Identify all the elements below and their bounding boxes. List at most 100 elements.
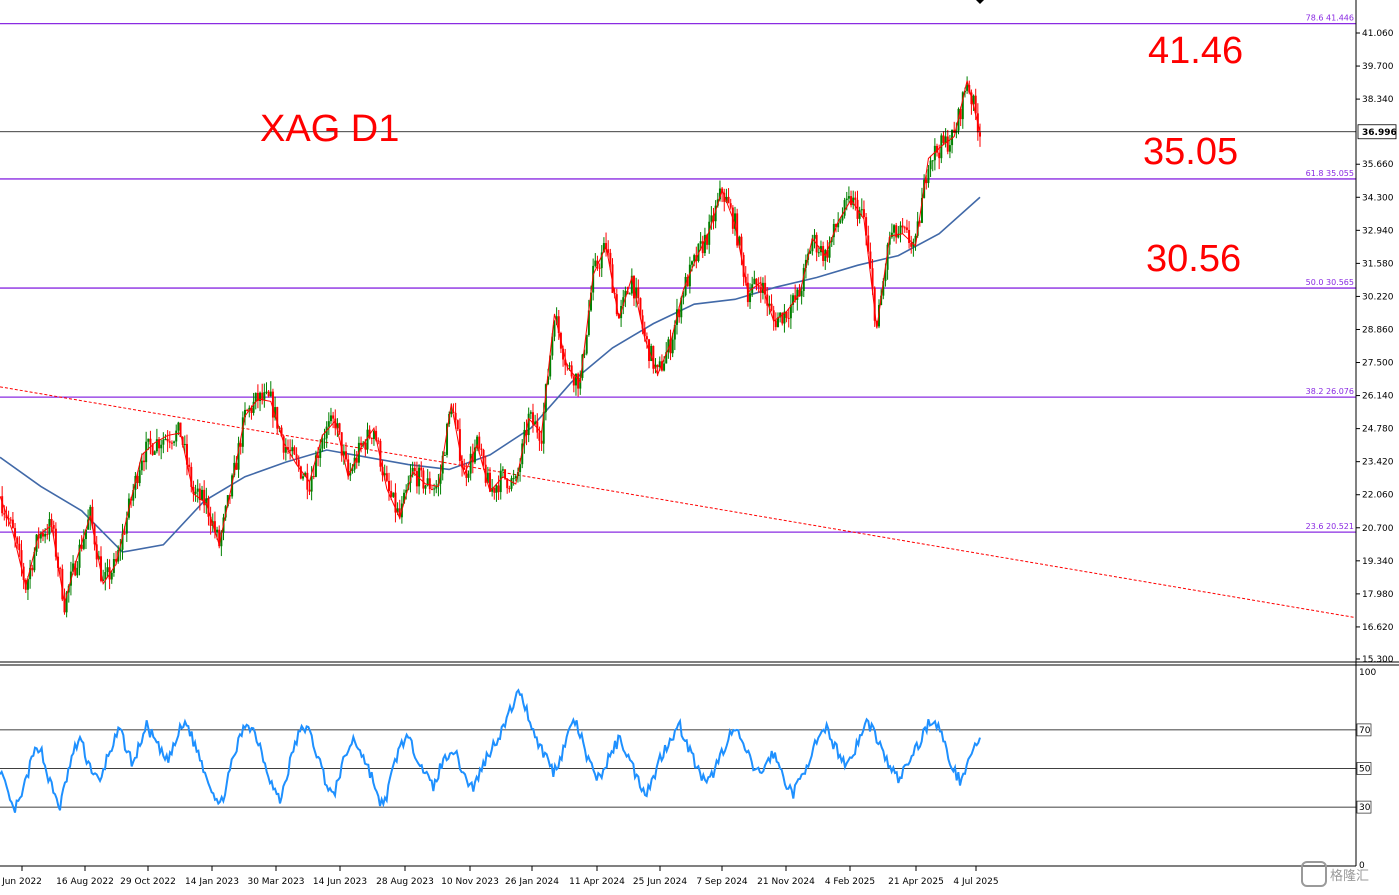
candle-body [422, 470, 425, 489]
candle-body [568, 365, 571, 367]
candle-body [931, 160, 934, 162]
candle-body [699, 241, 702, 244]
candle-body [321, 439, 324, 449]
x-tick-label: 16 Aug 2022 [56, 877, 114, 887]
candle-body [293, 447, 296, 455]
candle-body [196, 488, 199, 492]
y-tick-label: 22.060 [1362, 491, 1394, 501]
candle-body [142, 460, 145, 463]
candle-body [370, 437, 373, 439]
candle-body [110, 572, 113, 580]
candle-body [31, 567, 34, 571]
candle-body [18, 543, 21, 551]
candle-body [263, 392, 266, 400]
candle-body [332, 415, 335, 419]
candle-body [512, 478, 515, 480]
candle-body [140, 460, 143, 471]
x-tick-label: 10 Nov 2023 [441, 877, 499, 887]
candle-body [946, 136, 949, 152]
candle-body [295, 454, 298, 460]
price-annotation: 35.05 [1143, 131, 1238, 173]
candle-body [325, 426, 328, 439]
x-tick-label: 29 Oct 2022 [120, 877, 176, 887]
x-tick-label: Jun 2022 [1, 877, 42, 887]
candle-body [478, 436, 481, 449]
candle-body [456, 420, 459, 430]
candle-body [450, 411, 453, 414]
fib-level-label: 38.2 26.076 [1306, 387, 1354, 396]
candle-body [727, 196, 730, 204]
candle-body [910, 242, 913, 247]
candle-body [317, 455, 320, 458]
candle-body [9, 519, 12, 521]
candle-body [46, 533, 49, 535]
candle-body [302, 476, 305, 479]
candle-body [508, 488, 511, 490]
price-annotation: 30.56 [1146, 238, 1241, 280]
candle-body [800, 291, 803, 297]
candle-body [862, 209, 865, 218]
candle-body [175, 430, 178, 442]
candle-body [927, 169, 930, 184]
fib-level-label: 61.8 35.055 [1306, 169, 1354, 178]
candle-body [671, 339, 674, 354]
candle-body [123, 533, 126, 535]
price-annotation: 41.46 [1148, 30, 1243, 72]
candle-body [183, 443, 186, 446]
candle-body [345, 451, 348, 460]
y-tick-label: 26.140 [1362, 392, 1394, 402]
x-tick-label: 7 Sep 2024 [696, 877, 748, 887]
candle-body [755, 278, 758, 286]
candle-body [147, 438, 150, 442]
candle-body [682, 295, 685, 298]
candle-body [291, 447, 294, 452]
y-tick-label: 24.780 [1362, 425, 1394, 435]
current-price-label: 36.996 [1362, 128, 1397, 138]
x-tick-label: 4 Feb 2025 [825, 877, 875, 887]
candle-body [753, 278, 756, 285]
y-tick-label: 15.300 [1362, 655, 1394, 665]
candle-body [499, 470, 502, 493]
candle-body [424, 485, 427, 489]
oscillator-tick-label: 100 [1359, 668, 1376, 678]
candle-body [59, 567, 62, 569]
x-tick-label: 11 Apr 2024 [569, 877, 625, 887]
candle-body [162, 439, 165, 445]
candle-body [572, 376, 575, 386]
candle-body [482, 449, 485, 465]
candle-body [656, 364, 659, 368]
candle-body [497, 485, 500, 493]
x-tick-label: 28 Aug 2023 [376, 877, 434, 887]
candle-body [495, 485, 498, 493]
candle-body [948, 145, 951, 152]
candle-body [297, 459, 300, 467]
candle-body [609, 252, 612, 265]
candle-body [327, 421, 330, 427]
candle-body [454, 412, 457, 421]
candle-body [428, 478, 431, 490]
candle-body [164, 438, 167, 440]
candle-body [151, 444, 154, 455]
x-tick-label: 21 Nov 2024 [757, 877, 815, 887]
y-tick-label: 39.700 [1362, 62, 1394, 72]
candle-body [903, 227, 906, 229]
candle-body [817, 252, 820, 254]
candle-body [138, 470, 141, 484]
chart-svg: 78.6 41.446 61.8 35.055 50.0 30.565 38.2 26… [0, 0, 1399, 895]
y-tick-label: 19.340 [1362, 557, 1394, 567]
y-tick-label: 41.060 [1362, 29, 1394, 39]
candle-body [168, 441, 171, 443]
candle-body [637, 287, 640, 299]
candle-body [76, 567, 79, 576]
candle-body [50, 519, 53, 525]
candle-body [52, 524, 55, 529]
candle-body [854, 197, 857, 200]
candle-body [392, 492, 395, 497]
candle-body [493, 487, 496, 493]
candle-body [514, 476, 517, 479]
candle-body [663, 363, 666, 371]
candle-body [201, 489, 204, 500]
x-tick-label: 30 Mar 2023 [247, 877, 304, 887]
candle-body [467, 473, 470, 478]
candle-body [319, 448, 322, 458]
